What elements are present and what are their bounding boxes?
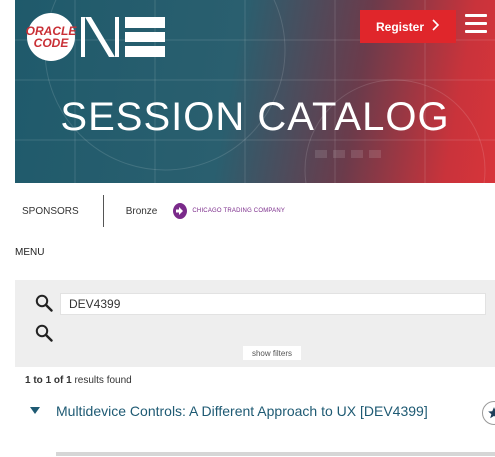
register-button[interactable]: Register [360,10,456,43]
sponsor-emblem-icon [173,203,188,219]
session-title-link[interactable]: Multidevice Controls: A Different Approa… [56,401,456,421]
list-item: Multidevice Controls: A Different Approa… [15,400,495,457]
search-icon[interactable] [35,324,53,342]
search-input[interactable] [60,293,486,315]
sponsor-name: CHICAGO TRADING COMPANY [192,208,286,214]
sponsors-divider [102,195,104,227]
sponsor-logo-chicago-trading[interactable]: CHICAGO TRADING COMPANY [173,203,285,219]
sponsors-bar: SPONSORS Bronze CHICAGO TRADING COMPANY [15,190,495,232]
chevron-right-icon [432,19,440,34]
search-icon[interactable] [35,294,53,312]
hamburger-icon[interactable] [465,14,487,34]
session-description-cut [56,452,495,457]
logo-text-code: CODE [33,36,69,50]
menu-label[interactable]: MENU [15,247,44,258]
oracle-code-logo[interactable]: ORACLE CODE [26,13,169,61]
page-title: SESSION CATALOG [60,95,450,139]
results-count-to: to [30,375,46,386]
sponsor-tier: Bronze [125,205,158,217]
caret-down-icon[interactable] [30,407,40,414]
search-panel: show filters [15,280,495,367]
results-count: 1 to 1 of 1 results found [25,375,132,386]
star-icon[interactable] [482,401,495,425]
sponsors-label: SPONSORS [22,205,79,217]
show-filters-button[interactable]: show filters [243,346,301,360]
results-count-of: of [51,375,67,386]
hero-banner: ORACLE CODE Register SESSION CATALOG [15,0,495,183]
search-row [15,288,495,316]
results-count-suffix: results found [71,375,132,386]
logo-badge: ORACLE CODE [26,13,76,61]
logo-geometric-mark [81,17,165,57]
register-label: Register [375,19,425,34]
